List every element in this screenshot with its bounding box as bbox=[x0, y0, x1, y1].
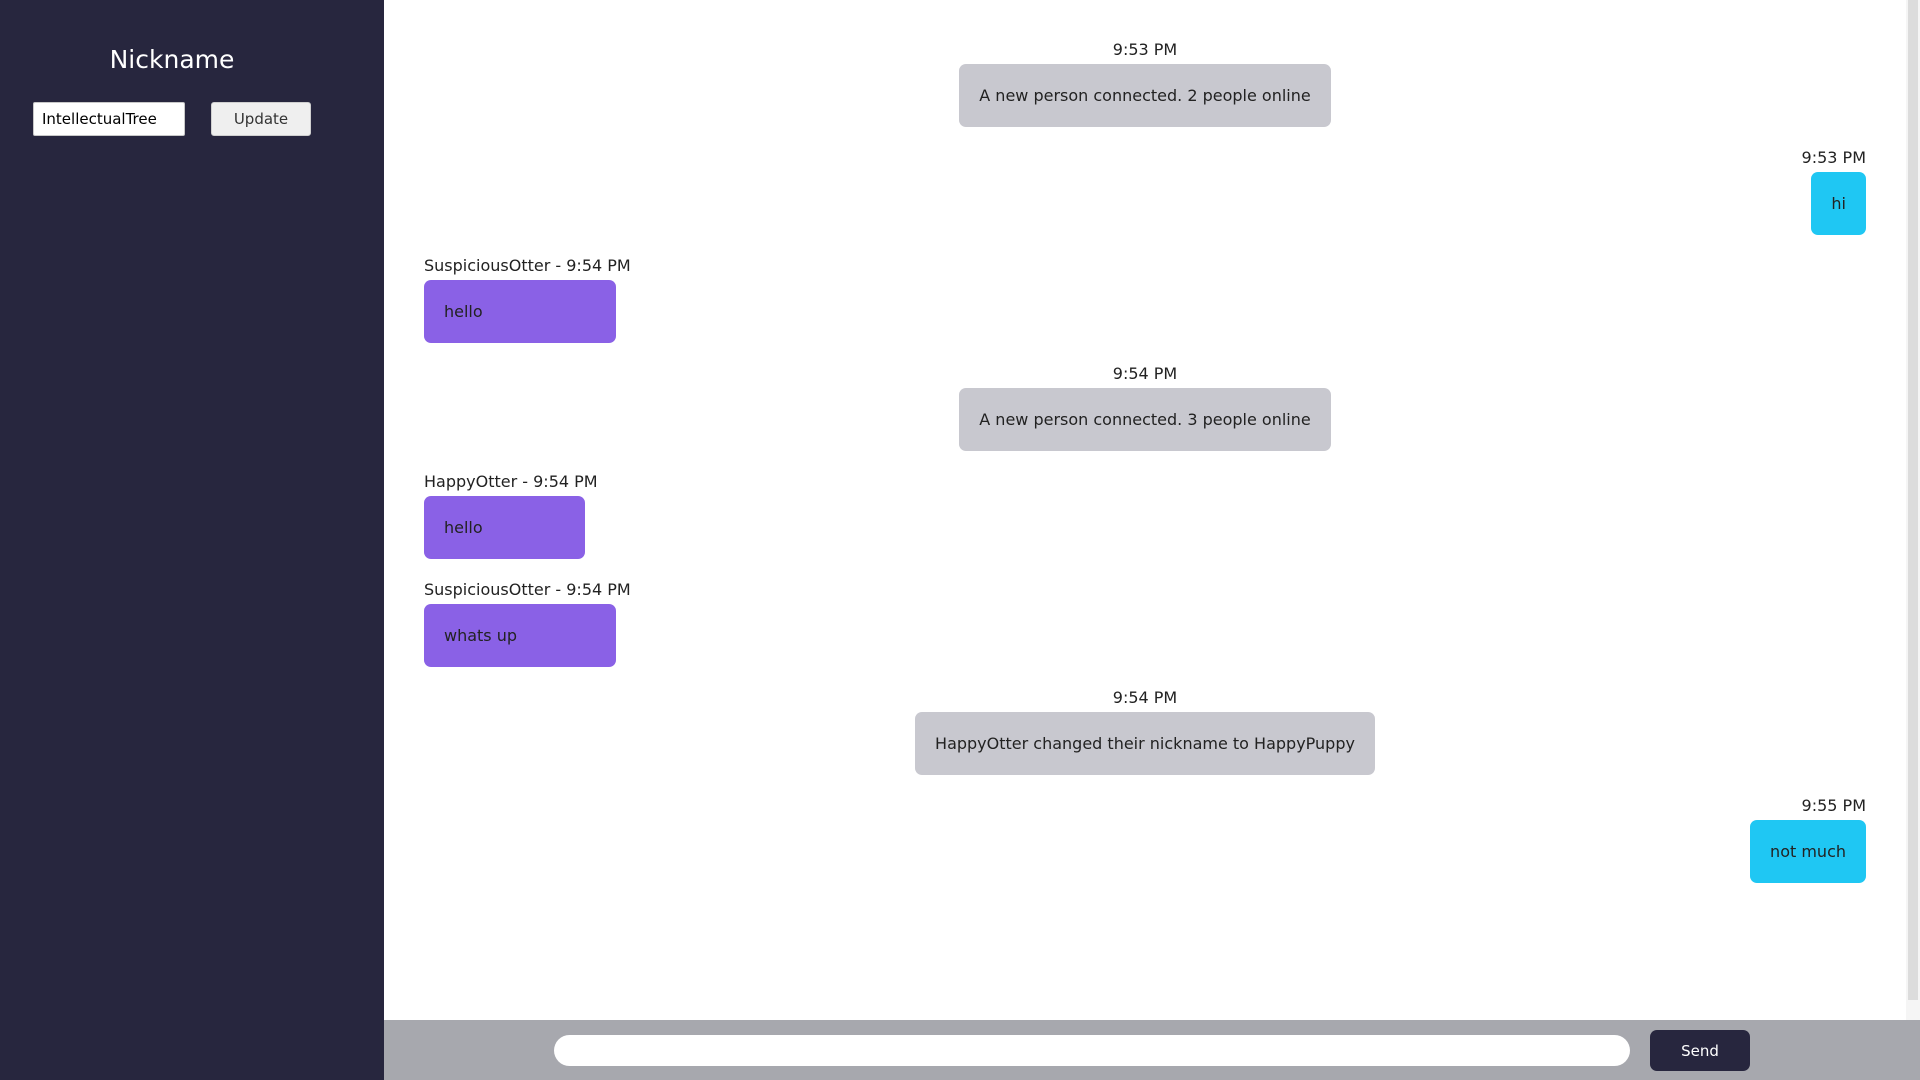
update-button[interactable]: Update bbox=[211, 102, 311, 136]
message-timestamp: 9:53 PM bbox=[1801, 148, 1866, 167]
message-input[interactable] bbox=[554, 1035, 1630, 1066]
message-sender-meta: HappyOtter - 9:54 PM bbox=[424, 472, 598, 491]
system-message: 9:53 PM A new person connected. 2 people… bbox=[384, 40, 1906, 127]
send-button[interactable]: Send bbox=[1650, 1030, 1750, 1071]
message-bubble: HappyOtter changed their nickname to Hap… bbox=[915, 712, 1375, 775]
sidebar: Nickname Update bbox=[0, 0, 384, 1080]
system-message: 9:54 PM HappyOtter changed their nicknam… bbox=[384, 688, 1906, 775]
message-list[interactable]: 9:53 PM A new person connected. 2 people… bbox=[384, 0, 1906, 1020]
message-bubble: whats up bbox=[424, 604, 616, 667]
user-message: SuspiciousOtter - 9:54 PM hello bbox=[424, 256, 631, 343]
composer-bar: Send bbox=[384, 1020, 1920, 1080]
message-timestamp: 9:53 PM bbox=[1112, 40, 1178, 59]
own-message: 9:55 PM not much bbox=[1750, 796, 1866, 883]
message-bubble: hi bbox=[1811, 172, 1866, 235]
message-bubble: A new person connected. 2 people online bbox=[959, 64, 1331, 127]
message-sender-meta: SuspiciousOtter - 9:54 PM bbox=[424, 256, 631, 275]
chat-app: Nickname Update 9:53 PM A new person con… bbox=[0, 0, 1920, 1080]
message-timestamp: 9:54 PM bbox=[1112, 688, 1178, 707]
message-bubble: hello bbox=[424, 496, 585, 559]
message-bubble: A new person connected. 3 people online bbox=[959, 388, 1331, 451]
system-message: 9:54 PM A new person connected. 3 people… bbox=[384, 364, 1906, 451]
nickname-input[interactable] bbox=[33, 102, 185, 136]
scrollbar-thumb[interactable] bbox=[1908, 0, 1918, 1000]
user-message: SuspiciousOtter - 9:54 PM whats up bbox=[424, 580, 631, 667]
own-message: 9:53 PM hi bbox=[1802, 148, 1866, 235]
user-message: HappyOtter - 9:54 PM hello bbox=[424, 472, 598, 559]
message-bubble: not much bbox=[1750, 820, 1866, 883]
message-sender-meta: SuspiciousOtter - 9:54 PM bbox=[424, 580, 631, 599]
message-bubble: hello bbox=[424, 280, 616, 343]
message-timestamp: 9:55 PM bbox=[1801, 796, 1866, 815]
nickname-title: Nickname bbox=[109, 45, 235, 74]
message-timestamp: 9:54 PM bbox=[1112, 364, 1178, 383]
